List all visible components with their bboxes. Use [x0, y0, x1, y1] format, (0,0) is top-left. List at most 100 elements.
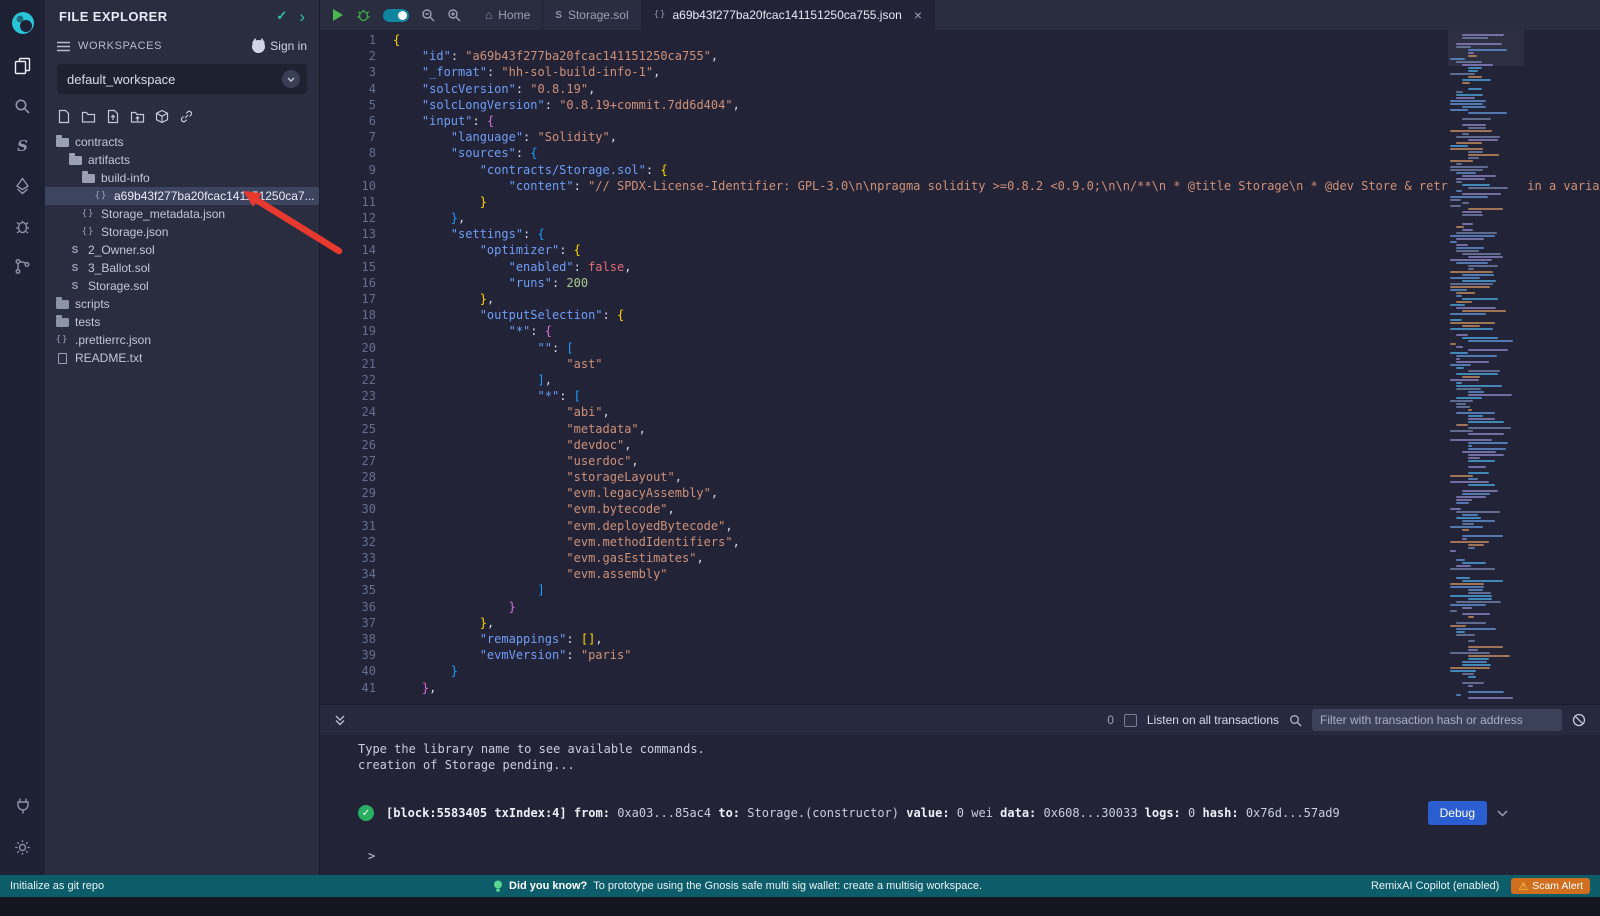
solidity-compiler-icon[interactable]: S	[9, 134, 37, 158]
code-line[interactable]: "evm.methodIdentifiers",	[393, 534, 1600, 550]
code-line[interactable]: "content": "// SPDX-License-Identifier: …	[393, 178, 1600, 194]
plugin-manager-icon[interactable]	[9, 793, 37, 817]
debugger-icon[interactable]	[9, 214, 37, 238]
code-line[interactable]: "evm.assembly"	[393, 566, 1600, 582]
upload-file-icon[interactable]	[106, 109, 120, 124]
code-line[interactable]: "solcLongVersion": "0.8.19+commit.7dd6d4…	[393, 97, 1600, 113]
code-line[interactable]: },	[393, 680, 1600, 696]
new-file-icon[interactable]	[57, 109, 71, 124]
code-line[interactable]: "userdoc",	[393, 453, 1600, 469]
new-folder-icon[interactable]	[81, 110, 96, 124]
expand-log-icon[interactable]	[1497, 810, 1508, 817]
code-line[interactable]: },	[393, 615, 1600, 631]
line-number: 19	[320, 323, 376, 339]
code-editor[interactable]: 1234567891011121314151617181920212223242…	[320, 30, 1600, 704]
code-line[interactable]: ]	[393, 582, 1600, 598]
tab-home[interactable]: ⌂ Home	[473, 0, 543, 30]
chevron-right-icon[interactable]: ›	[299, 8, 305, 25]
code-line[interactable]: {	[393, 32, 1600, 48]
hamburger-icon[interactable]	[57, 41, 70, 52]
code-line[interactable]: "evm.bytecode",	[393, 501, 1600, 517]
tree-item[interactable]: SStorage.sol	[45, 277, 319, 295]
zoom-in-icon[interactable]	[447, 8, 461, 22]
code-line[interactable]: "runs": 200	[393, 275, 1600, 291]
upload-folder-icon[interactable]	[130, 110, 145, 124]
code-line[interactable]: "evmVersion": "paris"	[393, 647, 1600, 663]
scam-alert-badge[interactable]: ⚠ Scam Alert	[1511, 878, 1590, 894]
code-line[interactable]: "id": "a69b43f277ba20fcac141151250ca755"…	[393, 48, 1600, 64]
code-line[interactable]: "language": "Solidity",	[393, 129, 1600, 145]
tree-item[interactable]: {}.prettierrc.json	[45, 331, 319, 349]
tree-item[interactable]: S2_Owner.sol	[45, 241, 319, 259]
tree-item-label: .prettierrc.json	[75, 333, 151, 347]
code-line[interactable]: "evm.deployedBytecode",	[393, 518, 1600, 534]
code-line[interactable]: "outputSelection": {	[393, 307, 1600, 323]
code-line[interactable]: "solcVersion": "0.8.19",	[393, 81, 1600, 97]
code-line[interactable]: "metadata",	[393, 421, 1600, 437]
tree-item[interactable]: tests	[45, 313, 319, 331]
tab-build-info-json[interactable]: {} a69b43f277ba20fcac141151250ca755.json…	[642, 0, 935, 30]
code-line[interactable]: "_format": "hh-sol-build-info-1",	[393, 64, 1600, 80]
tree-item[interactable]: {}Storage_metadata.json	[45, 205, 319, 223]
deploy-run-icon[interactable]	[9, 174, 37, 198]
clear-console-icon[interactable]	[1572, 713, 1586, 727]
code-line[interactable]: "evm.legacyAssembly",	[393, 485, 1600, 501]
tree-item[interactable]: contracts	[45, 133, 319, 151]
tree-item[interactable]: {}Storage.json	[45, 223, 319, 241]
code-line[interactable]: "enabled": false,	[393, 259, 1600, 275]
code-line[interactable]: ],	[393, 372, 1600, 388]
code-line[interactable]: "sources": {	[393, 145, 1600, 161]
settings-gear-icon[interactable]	[9, 835, 37, 859]
zoom-out-icon[interactable]	[421, 8, 435, 22]
close-icon[interactable]: ×	[914, 7, 922, 23]
tree-item[interactable]: {}a69b43f277ba20fcac141151250ca7...	[45, 187, 319, 205]
code-line[interactable]: "abi",	[393, 404, 1600, 420]
code-line[interactable]: "storageLayout",	[393, 469, 1600, 485]
code-line[interactable]: "": [	[393, 340, 1600, 356]
icon-panel-bottom	[0, 793, 45, 859]
workspace-select[interactable]: default_workspace	[57, 64, 307, 94]
code-area[interactable]: { "id": "a69b43f277ba20fcac141151250ca75…	[393, 32, 1600, 696]
debug-button[interactable]: Debug	[1428, 801, 1487, 825]
code-line[interactable]: }	[393, 663, 1600, 679]
code-line[interactable]: }	[393, 599, 1600, 615]
code-line[interactable]: "contracts/Storage.sol": {	[393, 162, 1600, 178]
workspace-menu-icon[interactable]	[282, 70, 300, 88]
code-line[interactable]: }	[393, 194, 1600, 210]
terminal-prompt[interactable]: >	[358, 849, 1600, 863]
expand-terminal-icon[interactable]	[334, 714, 346, 726]
line-number: 27	[320, 453, 376, 469]
copilot-toggle[interactable]	[383, 9, 409, 22]
run-script-icon[interactable]	[332, 8, 344, 22]
tab-storage-sol[interactable]: S Storage.sol	[543, 0, 641, 30]
code-line[interactable]: "*": {	[393, 323, 1600, 339]
publish-ipfs-icon[interactable]	[155, 109, 169, 124]
minimap[interactable]	[1448, 30, 1524, 704]
ai-assistant-icon[interactable]	[356, 8, 371, 22]
code-line[interactable]: },	[393, 210, 1600, 226]
code-line[interactable]: "ast"	[393, 356, 1600, 372]
sign-in-button[interactable]: Sign in	[252, 39, 307, 53]
tree-item[interactable]: build-info	[45, 169, 319, 187]
code-line[interactable]: "optimizer": {	[393, 242, 1600, 258]
code-line[interactable]: "remappings": [],	[393, 631, 1600, 647]
code-line[interactable]: "*": [	[393, 388, 1600, 404]
code-line[interactable]: "settings": {	[393, 226, 1600, 242]
tree-item[interactable]: S3_Ballot.sol	[45, 259, 319, 277]
terminal-panel: 0 Listen on all transactions Type the li…	[320, 704, 1600, 875]
git-init-button[interactable]: Initialize as git repo	[10, 880, 104, 892]
listen-transactions-checkbox[interactable]	[1124, 714, 1137, 727]
code-line[interactable]: "devdoc",	[393, 437, 1600, 453]
code-line[interactable]: "evm.gasEstimates",	[393, 550, 1600, 566]
git-icon[interactable]	[9, 254, 37, 278]
code-line[interactable]: },	[393, 291, 1600, 307]
tree-item[interactable]: README.txt	[45, 349, 319, 367]
link-icon[interactable]	[179, 109, 194, 124]
tree-item[interactable]: artifacts	[45, 151, 319, 169]
code-line[interactable]: "input": {	[393, 113, 1600, 129]
search-icon[interactable]	[9, 94, 37, 118]
tree-item[interactable]: scripts	[45, 295, 319, 313]
file-explorer-icon[interactable]	[9, 54, 37, 78]
transaction-filter-input[interactable]	[1312, 709, 1562, 731]
copilot-status[interactable]: RemixAI Copilot (enabled)	[1371, 880, 1499, 892]
